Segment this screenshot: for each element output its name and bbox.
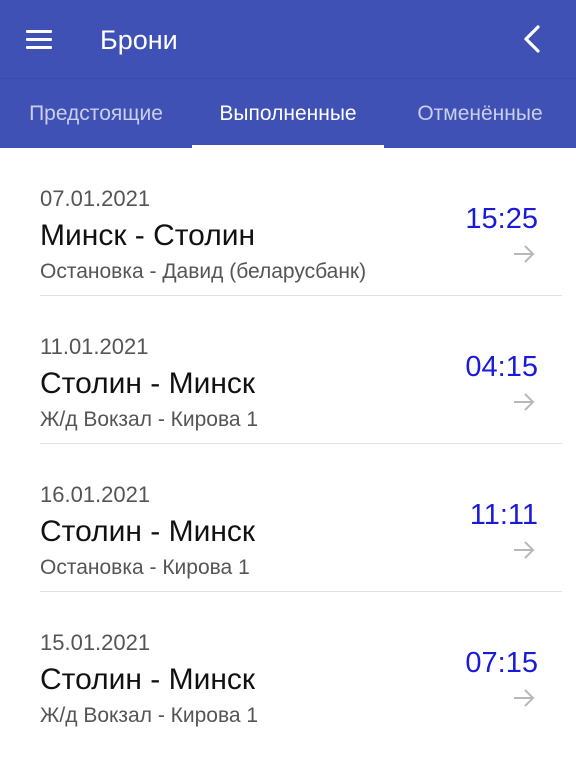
booking-date: 16.01.2021	[40, 482, 151, 507]
booking-route: Столин - Минск	[40, 367, 256, 400]
booking-route: Минск - Столин	[40, 219, 256, 252]
tab-label: Выполненные	[219, 102, 357, 125]
booking-stops: Ж/д Вокзал - Кирова 1	[40, 704, 259, 727]
booking-time: 04:15	[465, 351, 538, 383]
tab-completed[interactable]: Выполненные	[192, 79, 384, 149]
tab-label: Предстоящие	[29, 102, 163, 125]
booking-time: 15:25	[465, 203, 538, 235]
booking-item[interactable]: 07.01.2021 Минск - Столин Остановка - Да…	[40, 148, 562, 296]
booking-item[interactable]: 16.01.2021 Столин - Минск Остановка - Ки…	[40, 444, 562, 592]
bookings-list: 07.01.2021 Минск - Столин Остановка - Да…	[0, 148, 576, 740]
booking-time: 07:15	[465, 647, 538, 679]
hamburger-menu-icon	[26, 29, 52, 33]
booking-stops: Остановка - Кирова 1	[40, 556, 250, 579]
booking-item[interactable]: 11.01.2021 Столин - Минск Ж/д Вокзал - К…	[40, 296, 562, 444]
booking-stops: Ж/д Вокзал - Кирова 1	[40, 408, 259, 431]
app-bar: Брони	[0, 0, 576, 78]
arrow-right-icon	[514, 245, 535, 263]
arrow-right-icon	[514, 393, 535, 411]
booking-item[interactable]: 15.01.2021 Столин - Минск Ж/д Вокзал - К…	[40, 592, 562, 740]
booking-route: Столин - Минск	[40, 515, 256, 548]
page-title: Брони	[100, 25, 178, 55]
tab-upcoming[interactable]: Предстоящие	[0, 79, 192, 149]
booking-time: 11:11	[469, 499, 538, 531]
chevron-left-icon	[524, 25, 540, 53]
booking-date: 15.01.2021	[40, 630, 151, 655]
hamburger-menu-icon-bar	[26, 45, 52, 49]
tab-bar: Предстоящие Выполненные Отменённые	[0, 78, 576, 149]
hamburger-menu-icon-bar	[26, 37, 52, 41]
arrow-right-icon	[514, 541, 535, 559]
tab-cancelled[interactable]: Отменённые	[384, 79, 576, 149]
back-button[interactable]	[510, 19, 554, 59]
menu-button[interactable]	[14, 19, 62, 59]
arrow-right-icon	[514, 689, 535, 707]
tab-label: Отменённые	[417, 102, 543, 125]
booking-stops: Остановка - Давид (беларусбанк)	[40, 260, 367, 283]
booking-date: 11.01.2021	[40, 334, 149, 359]
booking-route: Столин - Минск	[40, 663, 256, 696]
booking-date: 07.01.2021	[40, 186, 151, 211]
